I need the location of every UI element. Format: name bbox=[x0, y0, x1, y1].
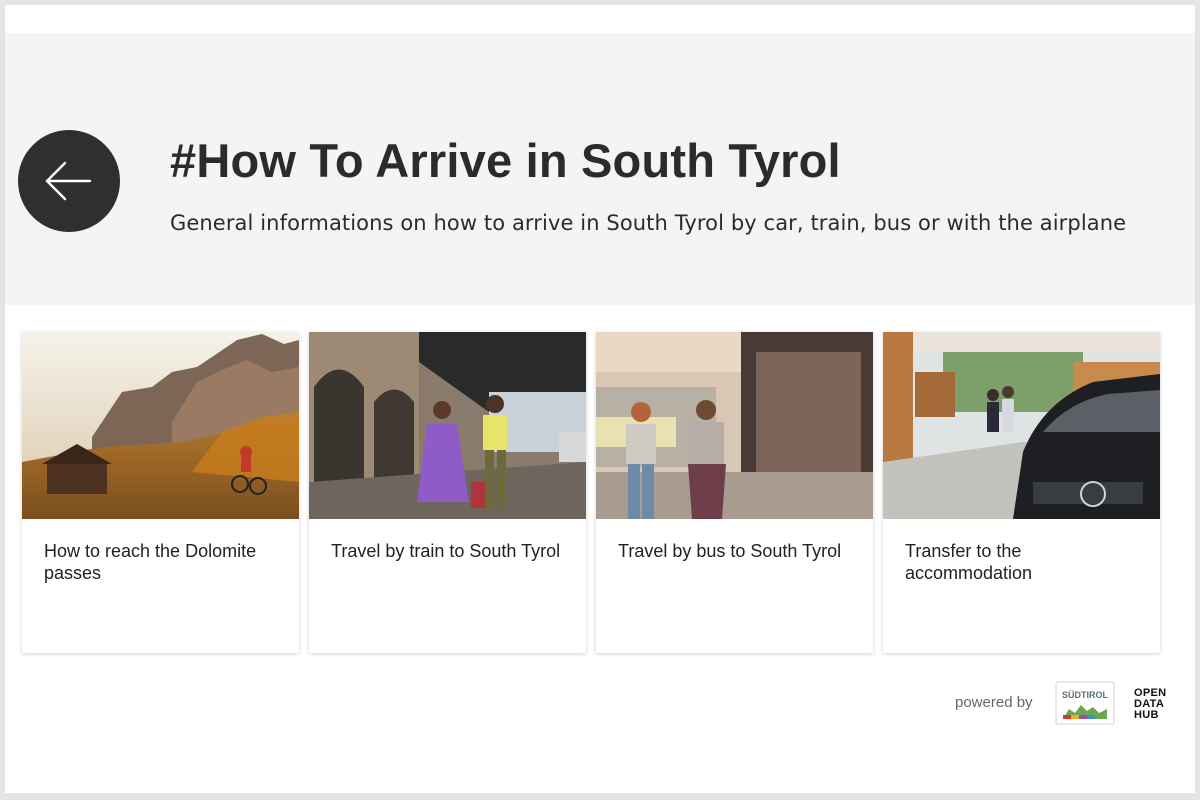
page-frame: #How To Arrive in South Tyrol General in… bbox=[5, 5, 1195, 793]
suedtirol-logo[interactable]: SÜDTIROL bbox=[1055, 681, 1115, 725]
dolomites-mountain-biker-photo bbox=[22, 332, 299, 519]
card-label: Travel by bus to South Tyrol bbox=[618, 541, 842, 561]
card-train-travel[interactable]: Travel by train to South Tyrol bbox=[309, 332, 586, 653]
back-button[interactable] bbox=[18, 130, 120, 232]
logo-odh-line: HUB bbox=[1134, 709, 1159, 721]
train-station-couple-photo bbox=[309, 332, 586, 519]
car-transfer-photo bbox=[883, 332, 1160, 519]
open-data-hub-logo[interactable]: OPEN DATA HUB bbox=[1134, 688, 1166, 721]
card-dolomite-passes[interactable]: How to reach the Dolomite passes bbox=[22, 332, 299, 653]
bus-station-women-photo bbox=[596, 332, 873, 519]
card-label: Travel by train to South Tyrol bbox=[331, 541, 561, 561]
card-label: Transfer to the accommodation bbox=[905, 541, 1033, 583]
card-transfer-accommodation[interactable]: Transfer to the accommodation bbox=[883, 332, 1160, 653]
powered-by-text: powered by bbox=[955, 694, 1033, 711]
page-header: #How To Arrive in South Tyrol General in… bbox=[5, 33, 1195, 305]
page-title: #How To Arrive in South Tyrol bbox=[170, 134, 841, 187]
svg-text:SÜDTIROL: SÜDTIROL bbox=[1062, 690, 1109, 700]
card-label: How to reach the Dolomite passes bbox=[44, 541, 257, 583]
card-bus-travel[interactable]: Travel by bus to South Tyrol bbox=[596, 332, 873, 653]
page-subtitle: General informations on how to arrive in… bbox=[170, 211, 1127, 235]
arrow-left-icon bbox=[45, 161, 92, 201]
